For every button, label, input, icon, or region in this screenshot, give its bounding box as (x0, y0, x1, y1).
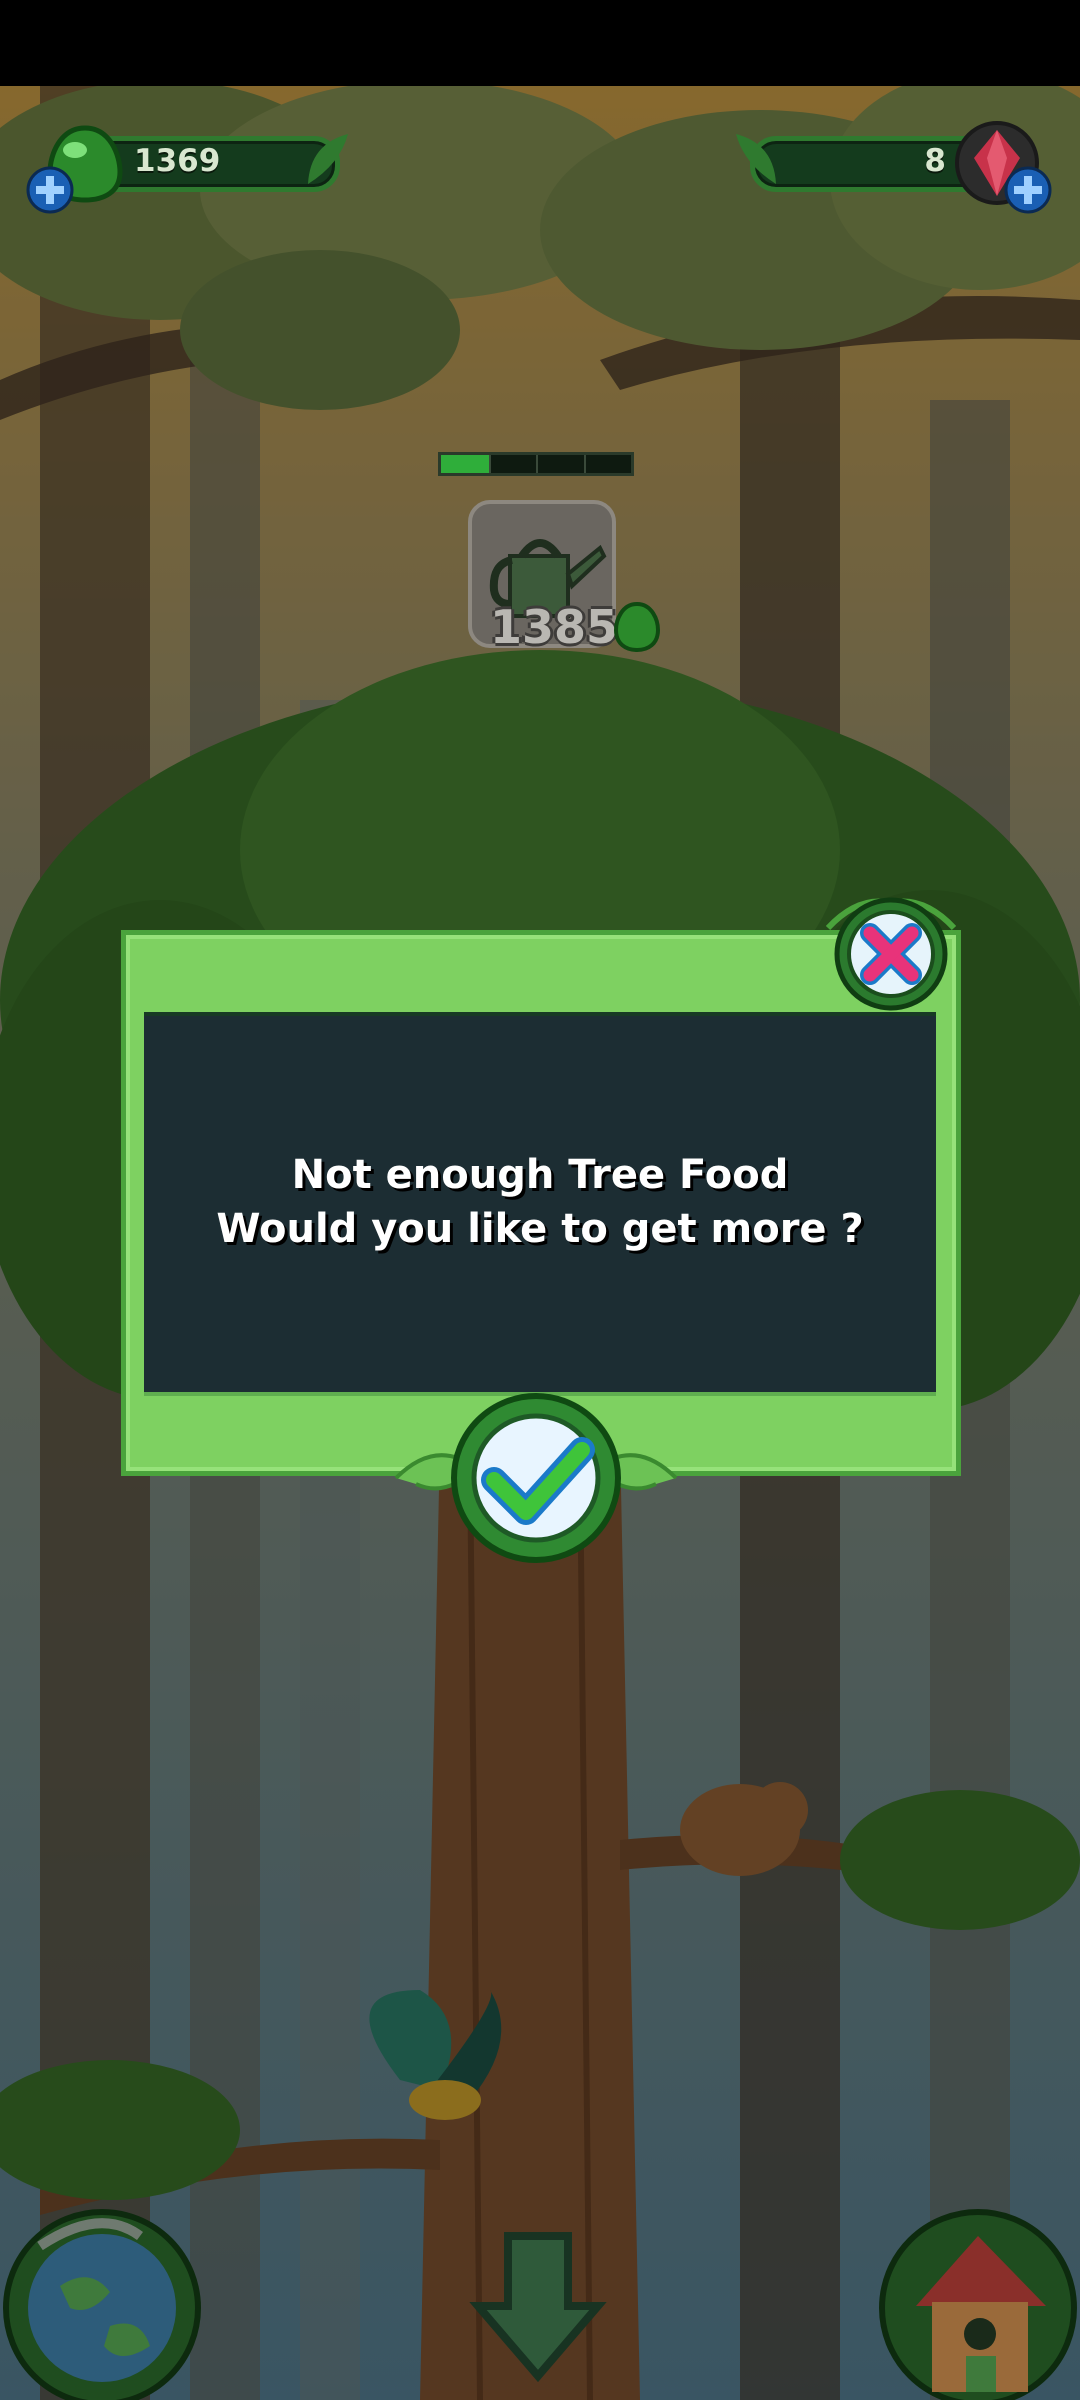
dialog-message: Not enough Tree Food Would you like to g… (144, 1148, 936, 1256)
leaf-ornament-icon (736, 134, 776, 184)
house-icon (879, 2209, 1077, 2400)
green-drop-icon (613, 601, 661, 653)
close-x-icon (825, 897, 957, 1011)
tree-food-count: 1369 (134, 143, 221, 179)
world-map-button[interactable] (0, 2196, 204, 2400)
water-progress-fill (441, 455, 489, 473)
down-arrow-icon (469, 2232, 607, 2383)
add-gems-plus-icon[interactable] (1004, 166, 1052, 214)
confirm-get-more-button[interactable] (386, 1388, 686, 1568)
scroll-down-button[interactable] (468, 2226, 608, 2400)
checkmark-icon (394, 1393, 678, 1563)
water-progress-bar (438, 452, 634, 476)
dialog-message-line2: Would you like to get more ? (216, 1206, 864, 1252)
water-progress-divider (583, 455, 586, 473)
watering-cost: 1385 (490, 600, 619, 654)
leaf-ornament-icon (308, 134, 348, 184)
close-dialog-button[interactable] (825, 888, 957, 1018)
water-progress-divider (536, 455, 538, 473)
dialog-message-line1: Not enough Tree Food (291, 1152, 789, 1198)
game-screen: 1369 8 1385 Not enough Tree Food Would y… (0, 0, 1080, 2400)
globe-icon (3, 2209, 201, 2400)
status-bar (0, 0, 1080, 86)
water-progress-divider (488, 455, 491, 473)
home-button[interactable] (876, 2196, 1080, 2400)
add-tree-food-plus-icon[interactable] (26, 166, 74, 214)
